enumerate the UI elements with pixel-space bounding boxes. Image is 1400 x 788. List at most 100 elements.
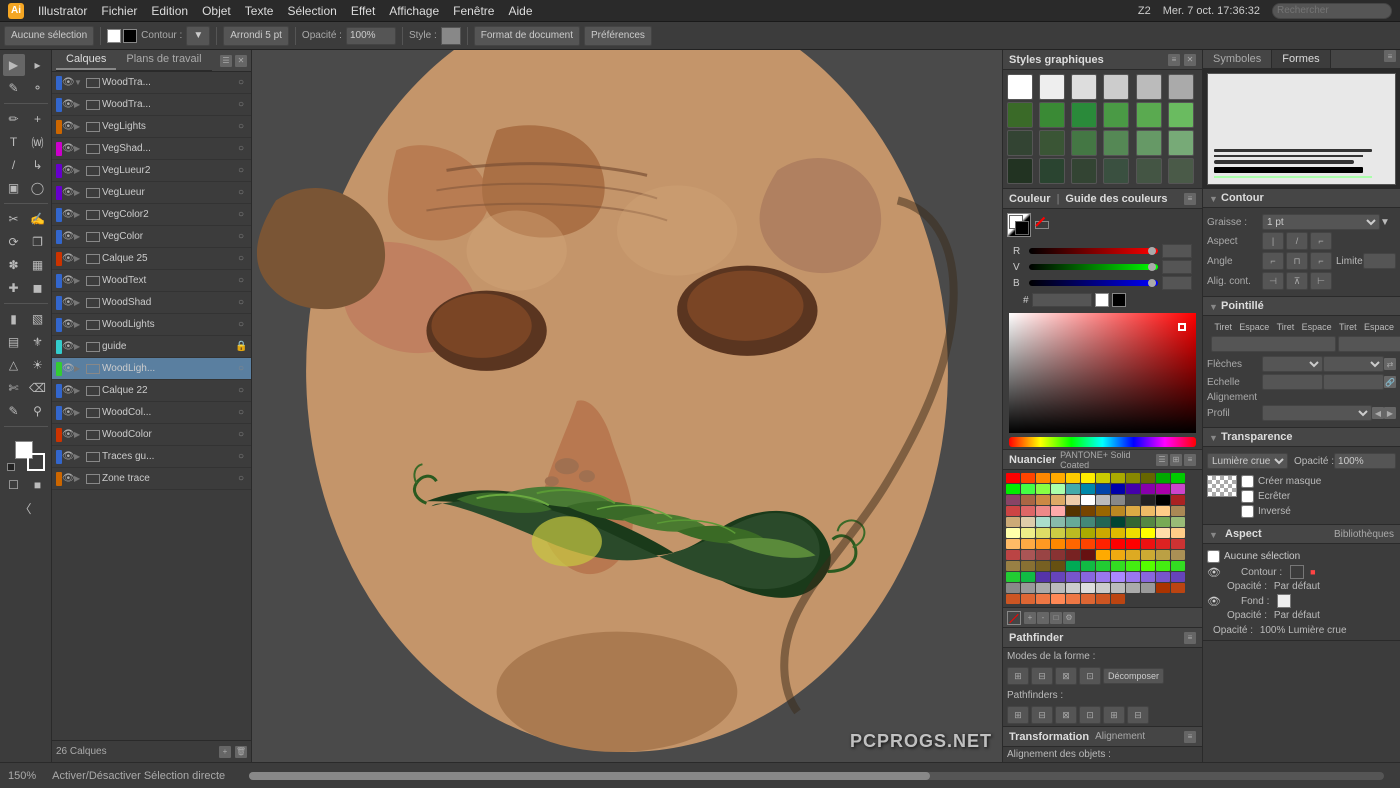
nuancier-color-113[interactable] <box>1081 572 1095 582</box>
nuancier-color-50[interactable] <box>1036 517 1050 527</box>
layers-close-btn[interactable]: ✕ <box>235 55 247 67</box>
nuancier-color-122[interactable] <box>1036 583 1050 593</box>
layer-vis-9[interactable]: 👁 <box>62 275 74 286</box>
pencil-tool[interactable]: ✍ <box>27 208 49 230</box>
fill-color-box[interactable] <box>107 29 121 43</box>
graisse-select[interactable]: 1 pt2 pt3 pt <box>1262 214 1380 230</box>
limite-input[interactable] <box>1363 253 1396 269</box>
nuancier-color-32[interactable] <box>1126 495 1140 505</box>
style-swatch-16[interactable] <box>1136 130 1162 156</box>
opacity-input-trans[interactable] <box>1334 453 1396 469</box>
transformation-header[interactable]: Transformation Alignement ≡ <box>1003 727 1202 747</box>
bibliotheques-tab[interactable]: Bibliothèques <box>1334 529 1394 540</box>
layer-lock-18[interactable]: ○ <box>235 473 247 484</box>
style-swatch-7[interactable] <box>1039 102 1065 128</box>
nuancier-color-109[interactable] <box>1021 572 1035 582</box>
nuancier-options[interactable]: ⚙ <box>1063 612 1075 624</box>
slice-tool[interactable]: ✄ <box>3 377 25 399</box>
nuancier-color-6[interactable] <box>1096 473 1110 483</box>
layer-item-17[interactable]: 👁 ▶ Traces gu... ○ <box>52 446 251 468</box>
nuancier-color-46[interactable] <box>1156 506 1170 516</box>
layer-expand-13[interactable]: ▶ <box>74 364 84 373</box>
style-swatch-3[interactable] <box>1103 74 1129 100</box>
nuancier-color-33[interactable] <box>1141 495 1155 505</box>
styles-menu-btn[interactable]: ≡ <box>1168 54 1180 66</box>
menu-objet[interactable]: Objet <box>202 4 231 18</box>
layer-item-16[interactable]: 👁 ▶ WoodColor ○ <box>52 424 251 446</box>
nuancier-color-133[interactable] <box>1021 594 1035 604</box>
layer-lock-3[interactable]: ○ <box>235 143 247 154</box>
pathfinder-menu-btn[interactable]: ≡ <box>1184 632 1196 644</box>
transform-menu-btn[interactable]: ≡ <box>1184 731 1196 743</box>
document-format-btn[interactable]: Format de document <box>474 26 580 46</box>
layer-expand-4[interactable]: ▶ <box>74 166 84 175</box>
nuancier-color-100[interactable] <box>1066 561 1080 571</box>
style-box[interactable] <box>441 27 461 45</box>
nuancier-new-group[interactable]: □ <box>1050 612 1062 624</box>
layer-item-6[interactable]: 👁 ▶ VegColor2 ○ <box>52 204 251 226</box>
aligner-btn1[interactable]: ⊣ <box>1262 272 1284 290</box>
style-swatch-11[interactable] <box>1168 102 1194 128</box>
symbol-sprayer[interactable]: ☀ <box>27 354 49 376</box>
aspect-btn1[interactable]: | <box>1262 232 1284 250</box>
nuancier-color-51[interactable] <box>1051 517 1065 527</box>
nuancier-color-116[interactable] <box>1126 572 1140 582</box>
layer-expand-5[interactable]: ▶ <box>74 188 84 197</box>
contour-select[interactable]: ▼ <box>186 26 210 46</box>
style-swatch-19[interactable] <box>1039 158 1065 184</box>
layer-vis-10[interactable]: 👁 <box>62 297 74 308</box>
layer-lock-7[interactable]: ○ <box>235 231 247 242</box>
link-scale-btn[interactable]: 🔗 <box>1384 376 1396 388</box>
outline-btn[interactable]: ⊞ <box>1103 706 1125 724</box>
layer-expand-1[interactable]: ▶ <box>74 100 84 109</box>
layer-vis-18[interactable]: 👁 <box>62 473 74 484</box>
nuancier-color-38[interactable] <box>1036 506 1050 516</box>
far-right-menu-btn[interactable]: ≡ <box>1384 50 1396 62</box>
style-swatch-4[interactable] <box>1136 74 1162 100</box>
h-scrollbar-track[interactable] <box>249 772 1384 780</box>
layer-expand-3[interactable]: ▶ <box>74 144 84 153</box>
layer-lock-6[interactable]: ○ <box>235 209 247 220</box>
nuancier-color-58[interactable] <box>1156 517 1170 527</box>
hue-bar[interactable] <box>1009 437 1196 447</box>
layer-vis-12[interactable]: 👁 <box>62 341 74 352</box>
color-panel-header[interactable]: Couleur | Guide des couleurs ≡ <box>1003 189 1202 209</box>
profil-select[interactable] <box>1262 405 1372 421</box>
nuancier-color-40[interactable] <box>1066 506 1080 516</box>
layer-lock-2[interactable]: ○ <box>235 121 247 132</box>
layer-item-0[interactable]: 👁 ▼ WoodTra... ○ <box>52 72 251 94</box>
aspect-check[interactable] <box>1207 550 1220 563</box>
layer-expand-15[interactable]: ▶ <box>74 408 84 417</box>
echelle-input2[interactable] <box>1323 374 1384 390</box>
layer-expand-2[interactable]: ▶ <box>74 122 84 131</box>
nuancier-color-41[interactable] <box>1081 506 1095 516</box>
nuancier-color-12[interactable] <box>1006 484 1020 494</box>
v-slider[interactable] <box>1029 264 1158 270</box>
line-tool[interactable]: / <box>3 154 25 176</box>
graisse-arrow[interactable]: ▼ <box>1380 217 1396 228</box>
nuancier-color-44[interactable] <box>1126 506 1140 516</box>
blend-tool[interactable]: △ <box>3 354 25 376</box>
layer-lock-13[interactable]: ○ <box>235 363 247 374</box>
nuancier-color-7[interactable] <box>1111 473 1125 483</box>
brush-tool[interactable]: ✂ <box>3 208 25 230</box>
layer-lock-14[interactable]: ○ <box>235 385 247 396</box>
nuancier-color-91[interactable] <box>1111 550 1125 560</box>
nuancier-color-108[interactable] <box>1006 572 1020 582</box>
style-swatch-15[interactable] <box>1103 130 1129 156</box>
style-swatch-8[interactable] <box>1071 102 1097 128</box>
nuancier-color-11[interactable] <box>1171 473 1185 483</box>
nuancier-color-83[interactable] <box>1171 539 1185 549</box>
layer-expand-9[interactable]: ▶ <box>74 276 84 285</box>
menu-fenetre[interactable]: Fenêtre <box>453 4 494 18</box>
nuancier-color-17[interactable] <box>1081 484 1095 494</box>
column-graph[interactable]: ▮ <box>3 308 25 330</box>
layer-item-14[interactable]: 👁 ▶ Calque 22 ○ <box>52 380 251 402</box>
zoom-tool[interactable]: ⚲ <box>27 400 49 422</box>
layer-lock-9[interactable]: ○ <box>235 275 247 286</box>
style-swatch-23[interactable] <box>1168 158 1194 184</box>
nuancier-color-56[interactable] <box>1126 517 1140 527</box>
layer-item-10[interactable]: 👁 ▶ WoodShad ○ <box>52 292 251 314</box>
nuancier-color-23[interactable] <box>1171 484 1185 494</box>
normal-mode[interactable]: ☐ <box>3 474 25 496</box>
